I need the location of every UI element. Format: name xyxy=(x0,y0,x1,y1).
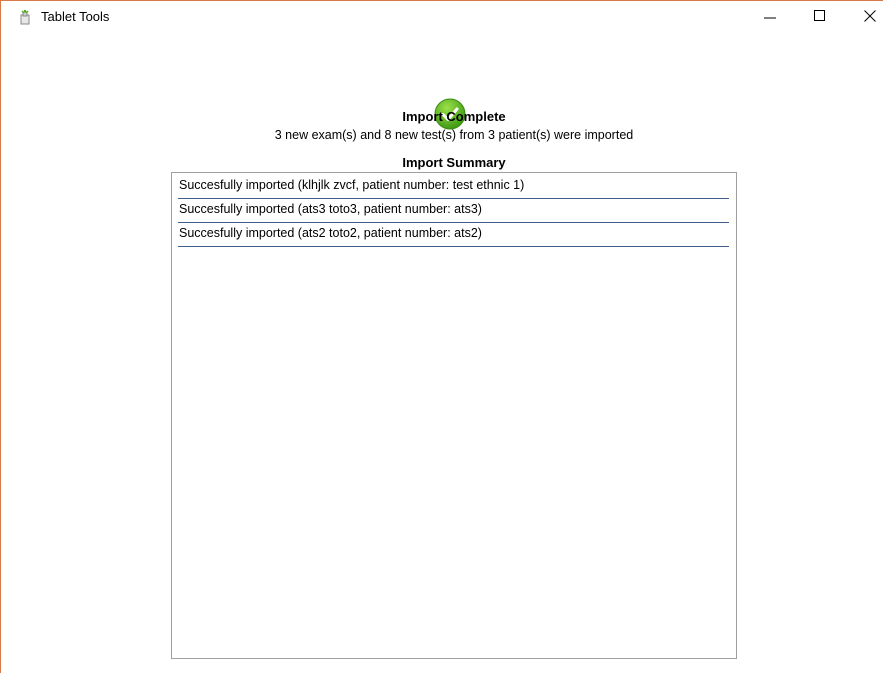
close-button[interactable] xyxy=(847,1,883,31)
summary-list-item[interactable]: Succesfully imported (ats2 toto2, patien… xyxy=(178,224,729,247)
import-summary-list[interactable]: Succesfully imported (klhjlk zvcf, patie… xyxy=(171,172,737,659)
import-result-text: 3 new exam(s) and 8 new test(s) from 3 p… xyxy=(274,128,634,142)
minimize-icon xyxy=(764,17,776,19)
tablet-tools-app-icon xyxy=(17,9,33,25)
summary-list-item[interactable]: Succesfully imported (ats3 toto3, patien… xyxy=(178,200,729,223)
maximize-button[interactable] xyxy=(797,1,843,31)
import-complete-heading: Import Complete xyxy=(402,109,506,124)
close-icon xyxy=(864,10,876,22)
minimize-button[interactable] xyxy=(747,1,793,31)
summary-list-item[interactable]: Succesfully imported (klhjlk zvcf, patie… xyxy=(178,176,729,199)
import-summary-heading: Import Summary xyxy=(402,155,506,170)
title-bar[interactable]: Tablet Tools xyxy=(1,1,883,31)
maximize-icon xyxy=(814,10,825,21)
import-window: Tablet Tools Import Complete 3 new exam(… xyxy=(0,0,883,673)
window-title: Tablet Tools xyxy=(41,9,110,24)
